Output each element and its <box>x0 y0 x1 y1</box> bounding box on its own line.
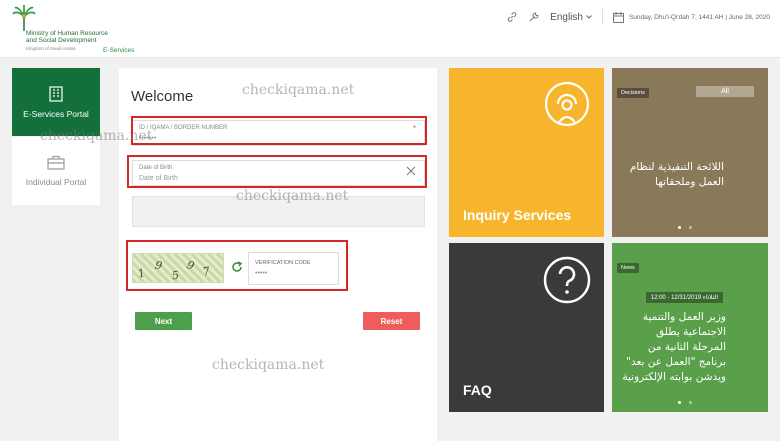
captcha-char-5: 7 <box>201 264 212 279</box>
question-icon <box>543 256 591 304</box>
link-icon[interactable] <box>506 11 518 23</box>
verification-code-field[interactable]: VERIFICATION CODE ••••• <box>248 252 339 285</box>
news-tag: News <box>617 263 639 273</box>
signal-person-icon <box>544 81 590 127</box>
required-mark: * <box>412 124 416 133</box>
wrench-icon[interactable] <box>528 11 540 23</box>
welcome-title: Welcome <box>131 88 194 105</box>
news-headline[interactable]: وزير العمل والتنمية الاجتماعية يطلق المر… <box>621 310 726 385</box>
captcha-char-4: 9 <box>184 258 197 273</box>
building-icon <box>49 85 63 102</box>
clear-icon[interactable] <box>406 166 416 176</box>
inquiry-services-title: Inquiry Services <box>463 207 572 223</box>
faq-title: FAQ <box>463 382 492 398</box>
carousel-dot[interactable] <box>689 226 692 229</box>
eservices-portal-label: E-Services Portal <box>23 108 89 119</box>
verification-input[interactable]: ••••• <box>255 270 267 277</box>
header: Ministry of Human Resource and Social De… <box>0 0 780 58</box>
dob-field-label: Date of Birth <box>139 165 173 171</box>
refresh-icon[interactable] <box>231 261 243 273</box>
all-decisions-button[interactable]: All <box>696 86 754 97</box>
faq-tile[interactable]: FAQ <box>449 243 604 412</box>
language-selector[interactable]: English <box>550 12 592 23</box>
eservices-portal-tab[interactable]: E-Services Portal <box>12 68 100 136</box>
briefcase-icon <box>47 155 65 170</box>
header-tools: English Sunday, Dhu'l-Qi'dah 7, 1441 AH … <box>506 8 770 26</box>
carousel-dot[interactable] <box>678 226 681 229</box>
empty-field <box>132 196 425 227</box>
decision-headline[interactable]: اللائحة التنفيذية لنظام العمل وملحقاتها <box>624 160 724 190</box>
news-date: الثلاثاء 12/31/2019 - 12:00 <box>645 292 723 303</box>
next-button[interactable]: Next <box>135 312 192 330</box>
calendar-icon <box>612 11 624 23</box>
id-input[interactable]: ••••••• <box>139 135 389 142</box>
individual-portal-tab[interactable]: Individual Portal <box>12 137 100 205</box>
dob-field[interactable]: Date of Birth Date of Birth <box>132 160 425 186</box>
id-field[interactable]: ID / IQAMA / BORDER NUMBER * ••••••• <box>132 120 425 146</box>
captcha-char-3: 5 <box>171 268 180 283</box>
header-divider <box>601 9 603 25</box>
carousel-dot[interactable] <box>689 401 692 404</box>
decisions-tile: Decisions All اللائحة التنفيذية لنظام ال… <box>612 68 768 237</box>
carousel-dot[interactable] <box>678 401 681 404</box>
ministry-palm-logo-icon <box>12 5 36 31</box>
news-carousel-dots <box>678 401 692 404</box>
captcha-char-2: 9 <box>153 258 164 273</box>
eservices-label: E-Services <box>103 47 135 54</box>
verification-label: VERIFICATION CODE <box>255 260 311 266</box>
chevron-down-icon <box>586 15 592 19</box>
login-form-panel: Welcome ID / IQAMA / BORDER NUMBER * •••… <box>119 68 437 441</box>
individual-portal-label: Individual Portal <box>25 177 87 187</box>
news-tile: News الثلاثاء 12/31/2019 - 12:00 وزير ال… <box>612 243 768 412</box>
inquiry-services-tile[interactable]: Inquiry Services <box>449 68 604 237</box>
ministry-line2: and Social Development <box>26 37 97 44</box>
captcha-image: 1 9 5 9 7 <box>132 253 224 283</box>
captcha-char-1: 1 <box>136 266 147 281</box>
ministry-line1: Ministry of Human Resource <box>26 30 108 37</box>
id-field-label: ID / IQAMA / BORDER NUMBER <box>139 125 228 131</box>
reset-button[interactable]: Reset <box>363 312 420 330</box>
date-display: Sunday, Dhu'l-Qi'dah 7, 1441 AH | June 2… <box>612 11 770 23</box>
decisions-tag: Decisions <box>617 88 649 98</box>
dob-input[interactable]: Date of Birth <box>139 175 389 182</box>
language-label: English <box>550 11 583 23</box>
decisions-carousel-dots <box>678 226 692 229</box>
date-text: Sunday, Dhu'l-Qi'dah 7, 1441 AH | June 2… <box>628 13 770 21</box>
